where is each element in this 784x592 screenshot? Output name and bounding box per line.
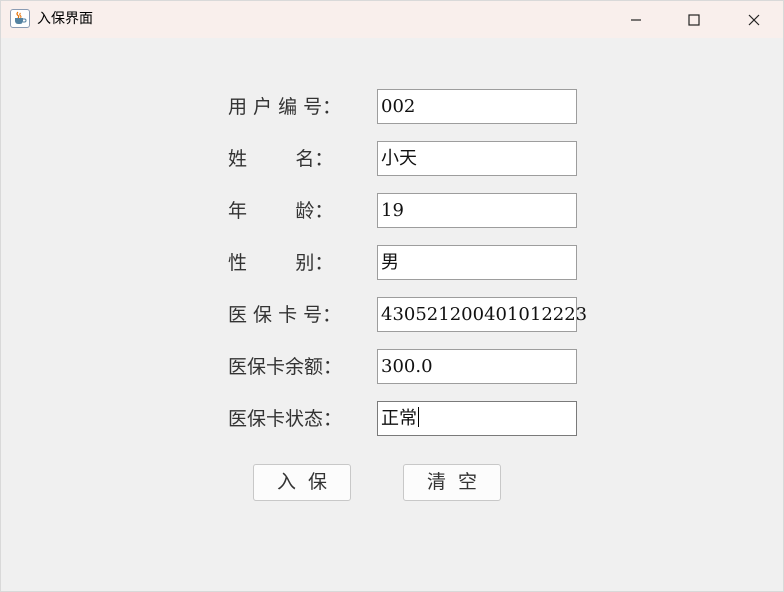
maximize-icon: [688, 13, 700, 26]
name-value: 小天: [381, 148, 417, 169]
user-id-input[interactable]: 002: [377, 89, 577, 124]
maximize-button[interactable]: [665, 1, 723, 38]
card-balance-label: 医保卡余额：: [228, 356, 343, 378]
minimize-button[interactable]: [607, 1, 665, 38]
window-title: 入保界面: [37, 11, 93, 27]
age-value: 19: [381, 200, 404, 221]
text-caret: [418, 407, 419, 427]
insurance-window: 入保界面 用 户 编 号： 002 姓 名： 小天 年 龄： 19 性 别： 男…: [0, 0, 784, 592]
card-balance-input[interactable]: 300.0: [377, 349, 577, 384]
card-number-label: 医 保 卡 号：: [228, 304, 342, 326]
card-number-value: 430521200401012223: [381, 304, 588, 325]
java-cup-icon: [10, 9, 30, 28]
clear-button[interactable]: 清 空: [403, 464, 501, 501]
gender-value: 男: [381, 252, 399, 273]
name-input[interactable]: 小天: [377, 141, 577, 176]
gender-label: 性 别：: [228, 252, 334, 274]
user-id-value: 002: [381, 96, 416, 117]
card-balance-value: 300.0: [381, 356, 433, 377]
minimize-icon: [631, 18, 641, 21]
close-button[interactable]: [725, 1, 783, 38]
age-input[interactable]: 19: [377, 193, 577, 228]
title-bar[interactable]: 入保界面: [1, 1, 783, 38]
card-status-input[interactable]: 正常: [377, 401, 577, 436]
enroll-button[interactable]: 入 保: [253, 464, 351, 501]
gender-input[interactable]: 男: [377, 245, 577, 280]
user-id-label: 用 户 编 号：: [228, 96, 342, 118]
card-number-input[interactable]: 430521200401012223: [377, 297, 587, 332]
card-status-value: 正常: [381, 408, 417, 429]
age-label: 年 龄：: [228, 200, 334, 222]
close-icon: [748, 14, 760, 25]
card-status-label: 医保卡状态：: [228, 408, 343, 430]
name-label: 姓 名：: [228, 148, 334, 170]
